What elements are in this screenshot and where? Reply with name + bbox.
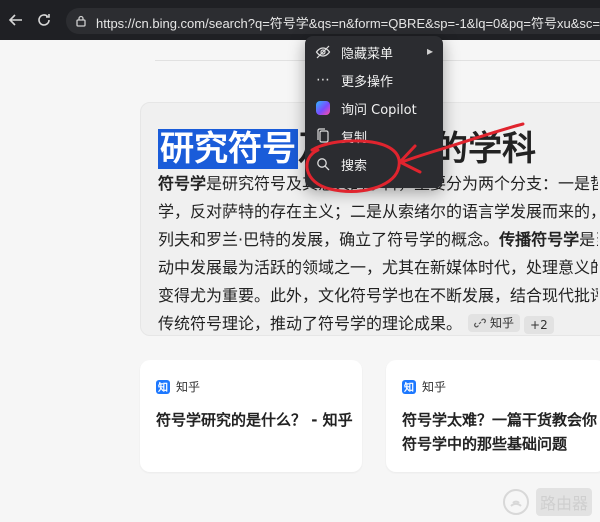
para-text: 动中发展最为活跃的领域之一，尤其在新媒体时代，处理意义的 <box>158 258 598 277</box>
ellipsis-icon: ⋯ <box>316 72 330 88</box>
para-text: 列夫和罗兰·巴特的发展，确立了符号学的概念。 <box>158 230 500 249</box>
eye-slash-icon <box>315 45 331 59</box>
bold-term: 传播符号学 <box>499 230 580 249</box>
menu-item-label: 复制 <box>341 130 368 146</box>
chip-label: 知乎 <box>490 316 515 330</box>
para-text: 传统符号理论，推动了符号学的理论成果。 <box>158 314 463 333</box>
menu-item-label: 询问 Copilot <box>341 102 417 118</box>
para-text: 变得尤为重要。此外，文化符号学也在不断发展，结合现代批评 <box>158 286 598 305</box>
url-text: https://cn.bing.com/search?q=符号学&qs=n&fo… <box>96 16 600 31</box>
para-text: 是当 <box>579 230 598 249</box>
result-card[interactable]: 知知乎 符号学太难？一篇干货教会你符号学中的那些基础问题 <box>386 360 600 472</box>
refresh-icon <box>38 14 50 26</box>
page-info-icon[interactable] <box>74 14 88 28</box>
copy-icon <box>317 128 329 143</box>
menu-item-copy[interactable]: 复制 <box>305 122 443 150</box>
menu-item-label: 更多操作 <box>341 74 394 90</box>
search-icon <box>317 158 330 171</box>
arrow-left-icon <box>8 14 22 26</box>
address-bar[interactable]: https://cn.bing.com/search?q=符号学&qs=n&fo… <box>66 8 600 34</box>
answer-paragraph: 符号学是研究符号及其意义的学科，主要分为两个分支：一是哲 学，反对萨特的存在主义… <box>158 170 598 338</box>
source-chip[interactable]: 知乎 <box>468 314 521 332</box>
card-source: 知乎 <box>176 380 201 394</box>
link-icon <box>474 318 486 328</box>
result-card[interactable]: 知知乎 符号学研究的是什么？ - 知乎 <box>140 360 362 472</box>
selected-text[interactable]: 研究符号 <box>158 129 298 169</box>
menu-item-more-actions[interactable]: ⋯ 更多操作 <box>305 66 443 94</box>
browser-toolbar: https://cn.bing.com/search?q=符号学&qs=n&fo… <box>0 0 600 40</box>
menu-item-hide-menu[interactable]: 隐藏菜单 ▸ <box>305 38 443 66</box>
text-selection-menu: 隐藏菜单 ▸ ⋯ 更多操作 询问 Copilot 复制 搜索 <box>305 36 443 188</box>
card-title[interactable]: 符号学太难？一篇干货教会你符号学中的那些基础问题 <box>402 408 600 456</box>
chevron-right-icon: ▸ <box>426 44 433 58</box>
card-title[interactable]: 符号学研究的是什么？ - 知乎 <box>156 408 358 432</box>
menu-item-label: 隐藏菜单 <box>341 46 394 62</box>
menu-item-search[interactable]: 搜索 <box>305 150 443 178</box>
bold-term: 符号学 <box>158 174 207 193</box>
zhihu-icon: 知 <box>402 379 416 394</box>
back-button[interactable] <box>6 10 26 30</box>
para-text: 学，反对萨特的存在主义；二是从索绪尔的语言学发展而来的， <box>158 202 598 221</box>
more-sources-chip[interactable]: +2 <box>524 316 554 334</box>
router-logo-icon <box>502 489 529 515</box>
menu-item-ask-copilot[interactable]: 询问 Copilot <box>305 94 443 122</box>
watermark-text: 路由器 <box>535 488 592 516</box>
copilot-icon <box>316 101 330 115</box>
watermark: 路由器 <box>502 488 592 516</box>
card-source: 知乎 <box>422 380 447 394</box>
refresh-button[interactable] <box>34 10 54 30</box>
menu-item-label: 搜索 <box>341 158 368 174</box>
zhihu-icon: 知 <box>156 379 170 394</box>
